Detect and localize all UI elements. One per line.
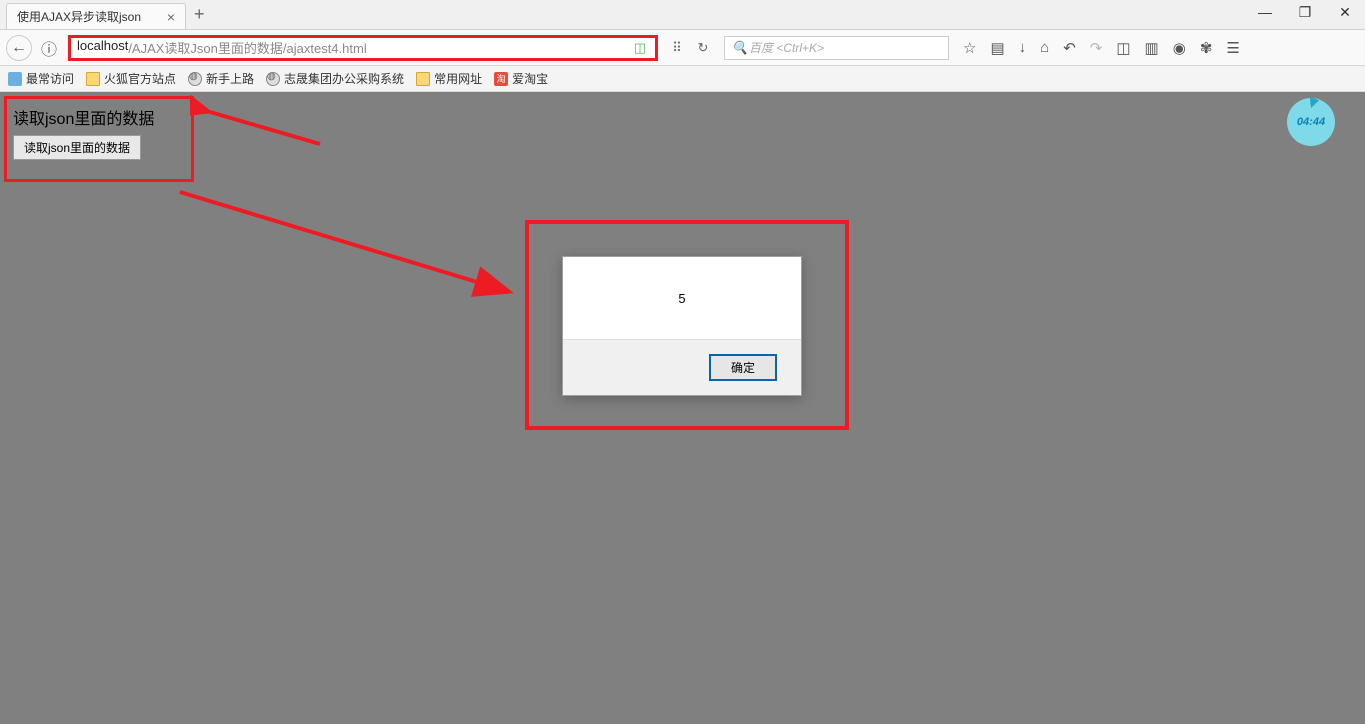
paw-icon[interactable]: ✾ (1200, 39, 1213, 57)
taobao-icon: 淘 (494, 72, 508, 86)
search-icon: 🔍 (731, 39, 749, 57)
folder-icon (416, 72, 430, 86)
bookmark-label: 最常访问 (26, 70, 74, 87)
search-placeholder: 百度 <Ctrl+K> (749, 39, 824, 56)
titlebar: 使用AJAX异步读取json × + — ❐ ✕ (0, 0, 1365, 30)
annotation-arrow-2 (170, 182, 530, 312)
qr-icon[interactable]: ⠿ (668, 39, 686, 57)
minimize-button[interactable]: — (1245, 0, 1285, 24)
bookmark-aitaobao[interactable]: 淘 爱淘宝 (494, 70, 548, 87)
annotation-arrow-1 (190, 94, 330, 154)
alert-footer: 确定 (563, 339, 801, 395)
reload-icon[interactable]: ↻ (694, 39, 712, 57)
shield-icon[interactable]: ◫ (631, 39, 649, 57)
new-tab-button[interactable]: + (194, 4, 205, 29)
grid-icon (8, 72, 22, 86)
tab-title: 使用AJAX异步读取json (17, 8, 141, 25)
navbar: ← ⓘ localhost /AJAX读取Json里面的数据/ajaxtest4… (0, 30, 1365, 66)
bookmark-most-visited[interactable]: 最常访问 (8, 70, 74, 87)
bookmark-common-urls[interactable]: 常用网址 (416, 70, 482, 87)
home-icon[interactable]: ⌂ (1040, 39, 1049, 56)
url-path: /AJAX读取Json里面的数据/ajaxtest4.html (128, 38, 366, 57)
bookmark-getting-started[interactable]: 新手上路 (188, 70, 254, 87)
page-content: 读取json里面的数据 读取json里面的数据 5 确定 04:44 (0, 92, 1365, 724)
url-host: localhost (77, 38, 128, 57)
url-text: localhost /AJAX读取Json里面的数据/ajaxtest4.htm… (77, 38, 631, 57)
download-icon[interactable]: ↓ (1019, 39, 1027, 56)
bookmark-zhisheng[interactable]: 志晟集团办公采购系统 (266, 70, 404, 87)
bookmarks-bar: 最常访问 火狐官方站点 新手上路 志晟集团办公采购系统 常用网址 淘 爱淘宝 (0, 66, 1365, 92)
folder-icon (86, 72, 100, 86)
globe-icon (266, 72, 280, 86)
menu-icon[interactable]: ☰ (1226, 39, 1239, 57)
bookmark-label: 新手上路 (206, 70, 254, 87)
screenshot-icon[interactable]: ▥ (1145, 39, 1159, 57)
back-button[interactable]: ← (6, 35, 32, 61)
bookmark-label: 爱淘宝 (512, 70, 548, 87)
maximize-button[interactable]: ❐ (1285, 0, 1325, 24)
read-json-button[interactable]: 读取json里面的数据 (13, 135, 141, 160)
globe-icon (188, 72, 202, 86)
timer-widget[interactable]: 04:44 (1287, 98, 1335, 146)
browser-tab[interactable]: 使用AJAX异步读取json × (6, 3, 186, 29)
page-heading: 读取json里面的数据 (13, 105, 185, 129)
library-icon[interactable]: ▤ (990, 39, 1004, 57)
search-box[interactable]: 🔍 百度 <Ctrl+K> (724, 36, 949, 60)
bookmark-label: 常用网址 (434, 70, 482, 87)
bookmark-label: 火狐官方站点 (104, 70, 176, 87)
close-tab-icon[interactable]: × (167, 9, 175, 25)
alert-message: 5 (563, 257, 801, 339)
pocket-icon[interactable]: ◫ (1116, 39, 1130, 57)
timer-value: 04:44 (1297, 116, 1325, 128)
close-window-button[interactable]: ✕ (1325, 0, 1365, 24)
alert-dialog: 5 确定 (562, 256, 802, 396)
undo-icon[interactable]: ↶ (1063, 39, 1076, 57)
annotation-box-heading: 读取json里面的数据 读取json里面的数据 (4, 96, 194, 182)
toolbar-icons: ☆ ▤ ↓ ⌂ ↶ ↷ ◫ ▥ ◉ ✾ ☰ (963, 39, 1240, 57)
bookmark-label: 志晟集团办公采购系统 (284, 70, 404, 87)
url-bar[interactable]: localhost /AJAX读取Json里面的数据/ajaxtest4.htm… (68, 35, 658, 61)
redo-icon[interactable]: ↷ (1090, 39, 1103, 57)
bookmark-star-icon[interactable]: ☆ (963, 39, 976, 57)
site-info-icon[interactable]: ⓘ (36, 35, 62, 61)
window-controls: — ❐ ✕ (1245, 0, 1365, 24)
bookmark-firefox-official[interactable]: 火狐官方站点 (86, 70, 176, 87)
chat-icon[interactable]: ◉ (1173, 39, 1186, 57)
alert-ok-button[interactable]: 确定 (709, 354, 777, 381)
